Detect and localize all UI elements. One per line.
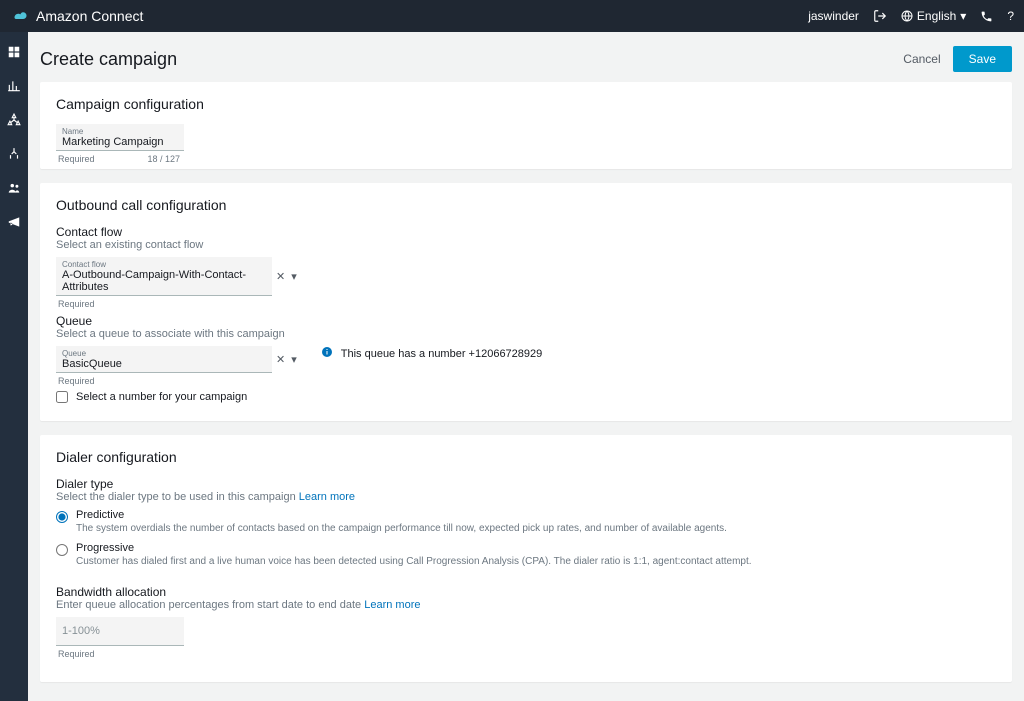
- bandwidth-learn-more-link[interactable]: Learn more: [364, 599, 420, 611]
- contact-flow-help: Select an existing contact flow: [56, 239, 996, 251]
- campaign-name-required: Required: [58, 154, 95, 164]
- logout-icon[interactable]: [873, 9, 887, 23]
- queue-value: BasicQueue: [62, 358, 266, 370]
- bandwidth-required: Required: [58, 649, 95, 659]
- queue-select[interactable]: Queue BasicQueue Required: [56, 346, 272, 373]
- info-icon: [321, 346, 333, 361]
- brand-name: Amazon Connect: [36, 8, 143, 24]
- nav-metrics-icon[interactable]: [4, 78, 24, 94]
- dialer-progressive-radio[interactable]: [56, 544, 68, 556]
- dialer-learn-more-link[interactable]: Learn more: [299, 491, 355, 503]
- contact-flow-required: Required: [58, 299, 95, 309]
- dialer-card: Dialer configuration Dialer type Select …: [40, 435, 1012, 682]
- nav-flow-icon[interactable]: [4, 146, 24, 162]
- page-title: Create campaign: [40, 49, 177, 70]
- nav-campaign-icon[interactable]: [4, 214, 24, 230]
- queue-label: Queue: [56, 314, 996, 328]
- top-bar: Amazon Connect jaswinder English ▾ ?: [0, 0, 1024, 32]
- language-selector[interactable]: English ▾: [901, 9, 966, 23]
- bandwidth-help: Enter queue allocation percentages from …: [56, 599, 361, 611]
- logo-icon: [10, 7, 28, 25]
- campaign-name-counter: 18 / 127: [147, 154, 180, 164]
- contact-flow-field-label: Contact flow: [62, 260, 266, 269]
- select-number-label: Select a number for your campaign: [76, 391, 247, 403]
- campaign-name-value: Marketing Campaign: [62, 136, 178, 148]
- queue-help: Select a queue to associate with this ca…: [56, 328, 996, 340]
- contact-flow-value: A-Outbound-Campaign-With-Contact-Attribu…: [62, 269, 266, 293]
- queue-clear-icon[interactable]: ✕: [276, 353, 285, 366]
- side-nav: [0, 32, 28, 701]
- nav-users-icon[interactable]: [4, 180, 24, 196]
- queue-info-text: This queue has a number +12066728929: [341, 348, 543, 360]
- queue-dropdown-icon[interactable]: ▾: [291, 353, 297, 366]
- dialer-type-label: Dialer type: [56, 477, 996, 491]
- nav-dashboard-icon[interactable]: [4, 44, 24, 60]
- save-button[interactable]: Save: [953, 46, 1012, 72]
- bandwidth-input[interactable]: 1-100% Required: [56, 617, 184, 646]
- chevron-down-icon: ▾: [960, 9, 966, 23]
- dialer-predictive-title: Predictive: [76, 509, 727, 521]
- dialer-predictive-radio[interactable]: [56, 511, 68, 523]
- bandwidth-placeholder: 1-100%: [62, 625, 178, 637]
- contact-flow-label: Contact flow: [56, 225, 996, 239]
- campaign-config-card: Campaign configuration Name Marketing Ca…: [40, 82, 1012, 169]
- contact-flow-dropdown-icon[interactable]: ▾: [291, 270, 297, 283]
- dialer-title: Dialer configuration: [56, 449, 996, 465]
- contact-flow-clear-icon[interactable]: ✕: [276, 270, 285, 283]
- cancel-button[interactable]: Cancel: [891, 46, 952, 72]
- queue-required: Required: [58, 376, 95, 386]
- phone-icon[interactable]: [980, 10, 993, 23]
- select-number-checkbox[interactable]: [56, 391, 68, 403]
- user-name[interactable]: jaswinder: [808, 9, 859, 23]
- outbound-card: Outbound call configuration Contact flow…: [40, 183, 1012, 421]
- main-content: Create campaign Cancel Save Campaign con…: [28, 32, 1024, 701]
- dialer-predictive-desc: The system overdials the number of conta…: [76, 523, 727, 534]
- dialer-progressive-desc: Customer has dialed first and a live hum…: [76, 556, 752, 567]
- contact-flow-select[interactable]: Contact flow A-Outbound-Campaign-With-Co…: [56, 257, 272, 296]
- nav-routing-icon[interactable]: [4, 112, 24, 128]
- dialer-type-help: Select the dialer type to be used in thi…: [56, 491, 296, 503]
- campaign-name-input[interactable]: Name Marketing Campaign Required 18 / 12…: [56, 124, 184, 151]
- bandwidth-label: Bandwidth allocation: [56, 585, 996, 599]
- campaign-config-title: Campaign configuration: [56, 96, 996, 112]
- outbound-title: Outbound call configuration: [56, 197, 996, 213]
- dialer-progressive-title: Progressive: [76, 542, 752, 554]
- help-icon[interactable]: ?: [1007, 9, 1014, 23]
- queue-field-label: Queue: [62, 349, 266, 358]
- campaign-name-label: Name: [62, 127, 178, 136]
